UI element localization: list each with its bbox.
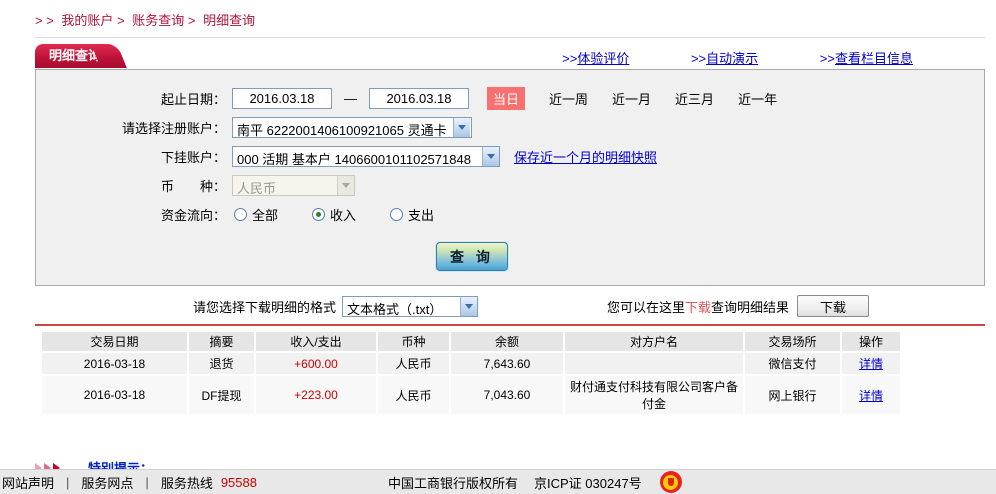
col-header-amount: 收入/支出 [256,332,376,351]
cell-counterparty [565,353,743,374]
cell-date: 2016-03-18 [42,353,187,374]
date-range-label: 起止日期： [36,89,226,108]
register-account-label: 请选择注册账户： [36,118,226,137]
cell-amount: +600.00 [256,353,376,374]
cell-amount: +223.00 [256,376,376,414]
cell-counterparty: 财付通支付科技有限公司客户备付金 [565,376,743,414]
cell-summary: 退货 [189,353,254,374]
fund-flow-row: 资金流向： 全部 收入 支出 [36,202,984,226]
download-row: 请您选择下载明细的格式 文本格式（.txt） 您可以在这里下载查询明细结果 下载 [35,290,985,322]
sub-account-label: 下挂账户： [36,147,226,166]
quick-range-month[interactable]: 近一月 [612,89,651,108]
breadcrumb-item-my-account[interactable]: 我的账户 [61,13,113,28]
table-row: 2016-03-18 退货 +600.00 人民币 7,643.60 微信支付 … [42,353,900,374]
radio-icon [390,208,403,221]
fund-flow-options: 全部 收入 支出 [234,205,468,224]
security-emblem-icon [660,471,682,493]
currency-label: 币 种： [36,176,226,195]
query-form-panel: 起止日期： — 当日 近一周 近一月 近三月 近一年 请选择注册账户： 南平 6… [35,69,985,286]
date-from-input[interactable] [232,88,332,109]
register-account-row: 请选择注册账户： 南平 6222001406100921065 灵通卡 [36,115,984,139]
quick-range-year[interactable]: 近一年 [738,89,777,108]
sub-account-row: 下挂账户： 000 活期 基本户 1406600101102571848 保存近… [36,144,984,168]
footer-link-statement[interactable]: 网站声明 [2,473,54,492]
tab-detail-query[interactable]: 明细查询 [35,44,107,68]
col-header-venue: 交易场所 [745,332,840,351]
chevron-down-icon [460,297,477,316]
quick-range-3months[interactable]: 近三月 [675,89,714,108]
download-button[interactable]: 下载 [797,295,869,317]
download-hint-link[interactable]: 下载 [685,297,711,316]
cell-date: 2016-03-18 [42,376,187,414]
col-header-balance: 余额 [451,332,563,351]
cell-currency: 人民币 [378,376,449,414]
date-dash: — [344,91,357,106]
col-header-date: 交易日期 [42,332,187,351]
save-snapshot-link[interactable]: 保存近一个月的明细快照 [514,147,657,166]
breadcrumb: > > 我的账户 > 账务查询 > 明细查询 [35,0,985,29]
top-links: >>体验评价 >>自动演示 >>查看栏目信息 [504,48,913,67]
today-button[interactable]: 当日 [487,87,525,110]
download-hint-group: 您可以在这里下载查询明细结果 下载 [607,295,869,317]
col-header-action: 操作 [842,332,900,351]
breadcrumb-separator: > [117,13,125,28]
date-range-row: 起止日期： — 当日 近一周 近一月 近三月 近一年 [36,86,984,110]
breadcrumb-item-detail-query[interactable]: 明细查询 [203,13,255,28]
divider [35,37,985,38]
cell-summary: DF提现 [189,376,254,414]
cell-balance: 7,643.60 [451,353,563,374]
radio-all[interactable]: 全部 [234,205,278,224]
radio-checked-icon [312,208,325,221]
table-row: 2016-03-18 DF提现 +223.00 人民币 7,043.60 财付通… [42,376,900,414]
register-account-select[interactable]: 南平 6222001406100921065 灵通卡 [232,117,472,138]
quick-range-week[interactable]: 近一周 [549,89,588,108]
query-button[interactable]: 查 询 [436,242,508,271]
table-header-row: 交易日期 摘要 收入/支出 币种 余额 对方户名 交易场所 操作 [42,332,900,351]
cell-venue: 网上银行 [745,376,840,414]
red-separator [35,324,985,326]
chevron-down-icon [337,176,354,195]
breadcrumb-item-account-query[interactable]: 账务查询 [132,13,184,28]
breadcrumb-prefix: > > [35,13,54,28]
cell-balance: 7,043.60 [451,376,563,414]
link-view-column-info[interactable]: >>查看栏目信息 [820,51,913,66]
footer-copyright: 中国工商银行版权所有 [388,473,518,492]
link-auto-demo[interactable]: >>自动演示 [691,51,758,66]
footer-link-branches[interactable]: 服务网点 [81,473,133,492]
col-header-summary: 摘要 [189,332,254,351]
col-header-currency: 币种 [378,332,449,351]
detail-link[interactable]: 详情 [859,389,883,403]
transaction-table: 交易日期 摘要 收入/支出 币种 余额 对方户名 交易场所 操作 2016-03… [40,330,902,416]
chevron-down-icon [482,147,499,166]
footer-hotline-number: 95588 [221,475,257,490]
footer-copyright-group: 中国工商银行版权所有 京ICP证 030247号 [388,471,682,493]
detail-link[interactable]: 详情 [859,357,883,371]
radio-expense[interactable]: 支出 [390,205,434,224]
link-experience-rating[interactable]: >>体验评价 [562,51,629,66]
footer-hotline-label: 服务热线 [161,473,213,492]
sub-account-select[interactable]: 000 活期 基本户 1406600101102571848 [232,146,500,167]
breadcrumb-separator: > [188,13,196,28]
chevron-down-icon [453,118,470,137]
download-hint-after: 查询明细结果 [711,297,789,316]
cell-venue: 微信支付 [745,353,840,374]
query-button-row: 查 询 [36,242,984,271]
currency-row: 币 种： 人民币 [36,173,984,197]
footer: 网站声明 | 服务网点 | 服务热线 95588 中国工商银行版权所有 京ICP… [0,469,996,494]
date-to-input[interactable] [369,88,469,109]
col-header-counterparty: 对方户名 [565,332,743,351]
footer-links: 网站声明 | 服务网点 | 服务热线 95588 [0,473,257,492]
download-format-select[interactable]: 文本格式（.txt） [342,296,478,317]
fund-flow-label: 资金流向： [36,205,226,224]
radio-income[interactable]: 收入 [312,205,356,224]
tab-row: 明细查询 >>体验评价 >>自动演示 >>查看栏目信息 [35,42,985,69]
download-format-label: 请您选择下载明细的格式 [193,297,336,316]
download-hint-before: 您可以在这里 [607,297,685,316]
radio-icon [234,208,247,221]
cell-currency: 人民币 [378,353,449,374]
currency-select: 人民币 [232,175,355,196]
footer-icp: 京ICP证 030247号 [534,473,642,492]
